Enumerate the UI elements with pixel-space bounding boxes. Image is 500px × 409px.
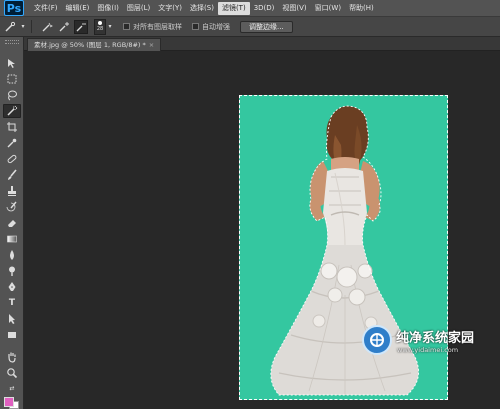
dodge-tool-icon[interactable] xyxy=(3,264,21,278)
brush-tool-icon[interactable] xyxy=(3,168,21,182)
clone-stamp-tool-icon[interactable] xyxy=(3,184,21,198)
separator xyxy=(31,20,32,33)
watermark-url: www.yidaimei.com xyxy=(397,346,459,354)
quick-selection-tool-icon[interactable] xyxy=(3,104,21,118)
hand-tool-icon[interactable] xyxy=(3,350,21,364)
menu-3d[interactable]: 3D(D) xyxy=(250,2,279,15)
eraser-tool-icon[interactable] xyxy=(3,216,21,230)
brush-size-value: 28 xyxy=(96,26,104,32)
blur-tool-icon[interactable] xyxy=(3,248,21,262)
zoom-tool-icon[interactable] xyxy=(3,366,21,380)
add-to-selection-icon[interactable] xyxy=(57,20,71,34)
history-brush-tool-icon[interactable] xyxy=(3,200,21,214)
marquee-tool-icon[interactable] xyxy=(3,72,21,86)
document-tab[interactable]: 素材.jpg @ 50% (图层 1, RGB/8#) * × xyxy=(27,38,162,51)
healing-brush-tool-icon[interactable] xyxy=(3,152,21,166)
menu-help[interactable]: 帮助(H) xyxy=(345,2,378,15)
quick-selection-preset-icon[interactable] xyxy=(3,20,17,34)
menu-filter[interactable]: 滤镜(T) xyxy=(217,1,250,15)
photoshop-window: Ps 文件(F) 编辑(E) 图像(I) 图层(L) 文字(Y) 选择(S) 滤… xyxy=(0,0,500,409)
menu-edit[interactable]: 编辑(E) xyxy=(62,2,94,15)
photoshop-logo: Ps xyxy=(4,0,24,16)
refine-edge-button[interactable]: 调整边缘... xyxy=(240,20,293,33)
menu-window[interactable]: 窗口(W) xyxy=(311,2,345,15)
watermark-title: 纯净系统家园 xyxy=(396,331,475,346)
move-tool-icon[interactable] xyxy=(3,56,21,70)
menu-file[interactable]: 文件(F) xyxy=(30,2,62,15)
subtract-from-selection-icon[interactable] xyxy=(74,19,88,34)
brush-dot-icon xyxy=(98,21,102,25)
auto-enhance-checkbox[interactable] xyxy=(192,23,199,30)
rectangle-tool-icon[interactable] xyxy=(3,328,21,342)
bride-photo xyxy=(270,105,420,396)
options-bar: ▾ 28 ▾ 对所有图层取样 自动增强 调整边缘... xyxy=(0,17,500,37)
menu-image[interactable]: 图像(I) xyxy=(93,2,123,15)
eyedropper-tool-icon[interactable] xyxy=(3,136,21,150)
watermark-logo-icon xyxy=(362,325,392,355)
lasso-tool-icon[interactable] xyxy=(3,88,21,102)
menu-layer[interactable]: 图层(L) xyxy=(123,2,154,15)
brush-size-picker[interactable]: 28 xyxy=(94,18,106,35)
pen-tool-icon[interactable] xyxy=(3,280,21,294)
type-tool-icon[interactable]: T xyxy=(3,296,21,310)
panel-grip[interactable] xyxy=(5,40,19,44)
swap-colors-icon[interactable]: ⇄ xyxy=(3,381,21,395)
menu-type[interactable]: 文字(Y) xyxy=(154,2,186,15)
foreground-color-swatch[interactable] xyxy=(4,397,14,407)
menu-select[interactable]: 选择(S) xyxy=(186,2,218,15)
crop-tool-icon[interactable] xyxy=(3,120,21,134)
sample-all-layers-label: 对所有图层取样 xyxy=(133,22,182,31)
menu-view[interactable]: 视图(V) xyxy=(278,2,310,15)
sample-all-layers-checkbox[interactable] xyxy=(123,23,130,30)
document-tab-title: 素材.jpg @ 50% (图层 1, RGB/8#) * xyxy=(34,41,146,49)
document-workspace[interactable] xyxy=(24,51,500,409)
tools-panel: T ⇄ xyxy=(0,37,24,409)
brush-dropdown-icon[interactable]: ▾ xyxy=(107,20,113,34)
preset-dropdown-icon[interactable]: ▾ xyxy=(20,20,26,34)
path-selection-tool-icon[interactable] xyxy=(3,312,21,326)
new-selection-icon[interactable] xyxy=(40,20,54,34)
document-tab-bar: 素材.jpg @ 50% (图层 1, RGB/8#) * × xyxy=(24,37,500,51)
gradient-tool-icon[interactable] xyxy=(3,232,21,246)
close-tab-icon[interactable]: × xyxy=(149,41,154,49)
menu-bar: Ps 文件(F) 编辑(E) 图像(I) 图层(L) 文字(Y) 选择(S) 滤… xyxy=(0,0,500,17)
image-canvas[interactable] xyxy=(239,95,448,400)
auto-enhance-label: 自动增强 xyxy=(202,22,230,31)
